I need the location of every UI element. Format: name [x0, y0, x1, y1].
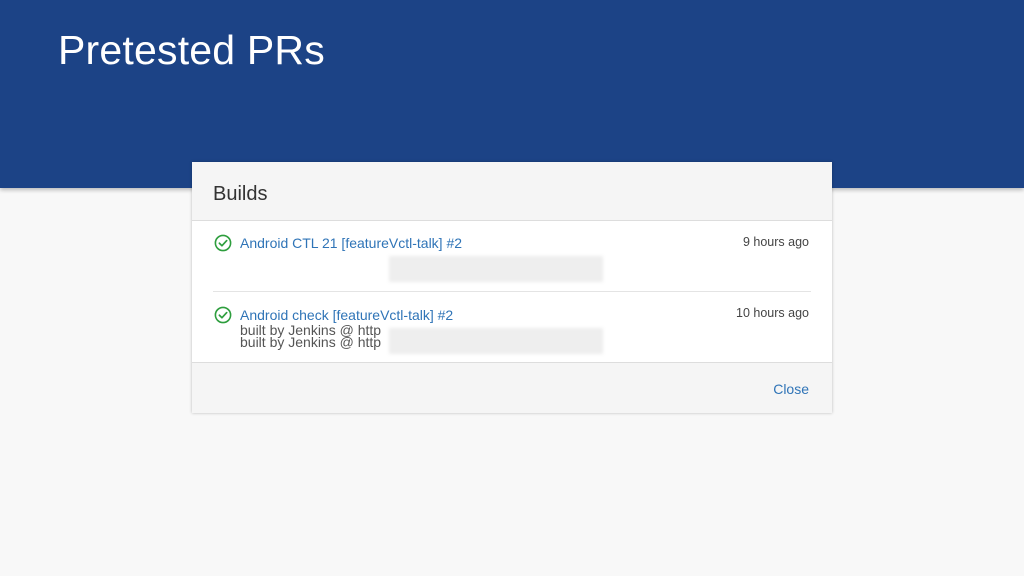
- dialog-header: Builds: [192, 162, 832, 221]
- check-circle-icon: [214, 234, 232, 252]
- close-button[interactable]: Close: [773, 380, 809, 398]
- build-link[interactable]: Android check [featureVctl-talk] #2: [240, 306, 453, 324]
- build-list: Android CTL 21 [featureVctl-talk] #2 9 h…: [192, 221, 832, 361]
- builds-dialog: Builds Android CTL 21 [featureVctl-talk]…: [192, 162, 832, 413]
- dialog-title: Builds: [213, 183, 268, 205]
- redacted-url: [389, 328, 603, 354]
- redacted-url: [389, 256, 603, 282]
- build-link[interactable]: Android CTL 21 [featureVctl-talk] #2: [240, 234, 462, 252]
- dialog-footer: Close: [192, 362, 832, 413]
- built-by-text: built by Jenkins @ http: [240, 334, 382, 350]
- build-row: Android CTL 21 [featureVctl-talk] #2 9 h…: [192, 221, 832, 338]
- check-circle-icon: [214, 306, 232, 324]
- slide-title: Pretested PRs: [58, 27, 325, 73]
- build-row: Android check [featureVctl-talk] #2 10 h…: [192, 292, 832, 362]
- build-time: 9 hours ago: [742, 235, 809, 249]
- build-time: 10 hours ago: [736, 306, 809, 320]
